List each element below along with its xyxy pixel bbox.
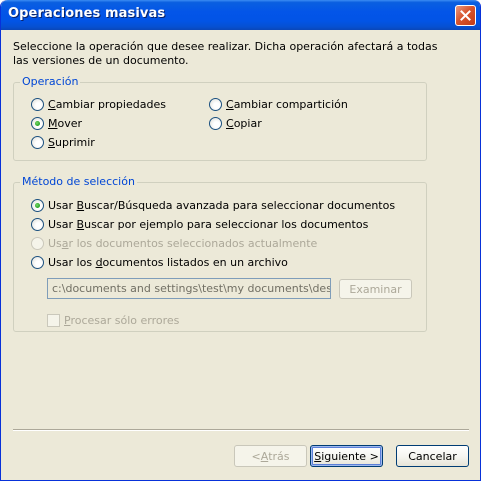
close-button[interactable]	[455, 5, 476, 26]
radio-use-advanced-search[interactable]: Usar Buscar/Búsqueda avanzada para selec…	[31, 197, 395, 213]
intro-text: Seleccione la operación que desee realiz…	[13, 40, 438, 67]
radio-use-listed-file[interactable]: Usar los documentos listados en un archi…	[31, 254, 288, 270]
footer-separator	[13, 429, 469, 431]
radio-use-selected-documents: Usar los documentos seleccionados actual…	[31, 235, 317, 251]
radio-button-selected	[31, 116, 44, 130]
radio-label: Usar Buscar por ejemplo para seleccionar…	[48, 217, 369, 231]
radio-label: Mover	[48, 116, 83, 130]
radio-use-search-by-example[interactable]: Usar Buscar por ejemplo para seleccionar…	[31, 216, 368, 232]
next-button[interactable]: Siguiente >	[310, 445, 383, 467]
radio-copy[interactable]: Copiar	[209, 115, 262, 131]
browse-button: Examinar	[339, 279, 412, 299]
dialog-window: Operaciones masivas Seleccione la operac…	[0, 0, 481, 481]
checkbox-box	[47, 313, 60, 327]
radio-button-selected	[31, 198, 44, 212]
radio-label: Usar los documentos seleccionados actual…	[48, 236, 318, 250]
operation-group-label: Operación	[20, 75, 81, 89]
radio-change-sharing[interactable]: Cambiar compartición	[209, 96, 348, 112]
dialog-body: Seleccione la operación que desee realiz…	[4, 30, 477, 478]
selection-method-group: Método de selección Usar Buscar/Búsqueda…	[13, 175, 427, 332]
operation-group: Operación Cambiar propiedades Cambiar co…	[13, 75, 427, 161]
file-path-field: c:\documents and settings\test\my docume…	[47, 278, 331, 299]
radio-label: Cambiar compartición	[226, 97, 348, 111]
radio-move[interactable]: Mover	[31, 115, 82, 131]
radio-label: Copiar	[226, 116, 262, 130]
process-errors-only-checkbox: Procesar sólo errores	[47, 313, 179, 327]
radio-label: Cambiar propiedades	[48, 97, 166, 111]
radio-button	[31, 97, 44, 111]
cancel-button[interactable]: Cancelar	[396, 445, 469, 467]
title-bar[interactable]: Operaciones masivas	[1, 0, 480, 30]
radio-button	[31, 135, 44, 149]
radio-button-disabled	[31, 236, 44, 250]
window-title: Operaciones masivas	[8, 6, 166, 21]
radio-label: Usar Buscar/Búsqueda avanzada para selec…	[48, 198, 396, 212]
radio-delete[interactable]: Suprimir	[31, 134, 95, 150]
radio-button	[209, 97, 222, 111]
radio-button	[31, 255, 44, 269]
radio-button	[209, 116, 222, 130]
radio-label: Usar los documentos listados en un archi…	[48, 255, 288, 269]
radio-label: Suprimir	[48, 135, 95, 149]
radio-button	[31, 217, 44, 231]
checkbox-label: Procesar sólo errores	[64, 313, 180, 327]
selection-method-group-label: Método de selección	[20, 175, 137, 189]
close-icon	[460, 10, 471, 21]
radio-change-properties[interactable]: Cambiar propiedades	[31, 96, 166, 112]
back-button: < Atrás	[234, 445, 307, 467]
